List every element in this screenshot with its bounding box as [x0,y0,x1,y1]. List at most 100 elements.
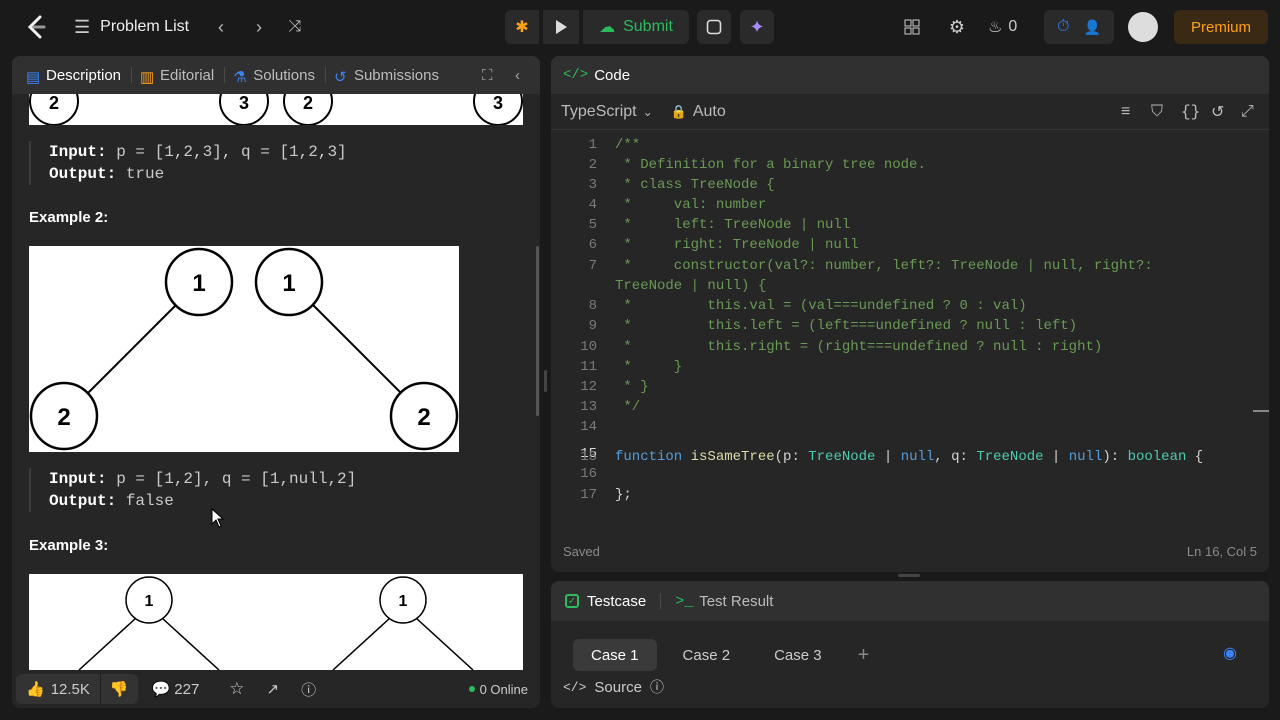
output-label: Output: [49,165,117,183]
maximize-icon[interactable]: ⛶ [482,67,493,84]
input-value: p = [1,2,3], q = [1,2,3] [106,143,347,161]
ai-sparkle-icon[interactable]: ✦ [740,10,774,44]
code-line-text: */ [615,399,641,415]
expand-icon[interactable]: ⤢ [1241,103,1254,121]
comment-icon[interactable]: 💬 [152,680,171,698]
problem-description: 2 3 2 3 Input: p = [1,2,3], q = [1,2,3] … [12,94,540,670]
collapse-left-icon[interactable]: ‹ [515,67,520,84]
tab-divider [660,593,662,609]
output-value: true [116,165,165,183]
description-scrollbar[interactable] [536,246,539,416]
code-title: Code [594,66,631,84]
tab-test-result[interactable]: >_ Test Result [675,593,773,610]
description-footer: 👍 12.5K 👎 💬 227 ☆ ↗ ⓘ 0 Online [12,670,540,708]
list-icon: ☰ [74,16,91,37]
tab-editorial[interactable]: ▥ Editorial [140,56,224,94]
tab-testcase[interactable]: ✓ Testcase [565,593,646,610]
tree-node-value: 2 [303,94,313,113]
thumbs-down-icon[interactable]: 👎 [101,680,138,698]
code-status-bar: Saved Ln 16, Col 5 [563,544,1257,559]
testcase-header: ✓ Testcase >_ Test Result [551,581,1269,621]
auto-mode[interactable]: 🔒 Auto [671,103,726,121]
tree-node-value: 2 [57,404,70,431]
line-number: 9 [588,318,597,334]
code-panel: </> Code TypeScript ⌄ 🔒 Auto ≡ ⛉ {} ↺ ⤢ … [551,56,1269,572]
case-tabs: Case 1 Case 2 Case 3 + [573,639,879,671]
format-icon[interactable]: ≡ [1121,103,1130,121]
share-icon[interactable]: ↗ [267,680,280,698]
help-icon[interactable]: ⓘ [301,679,316,700]
mouse-cursor-icon [211,508,225,528]
streak-counter[interactable]: ♨ 0 [988,15,1017,39]
code-line-text: * } [615,359,683,375]
tree-node-value: 2 [417,404,430,431]
code-token: { [1186,449,1204,465]
star-icon[interactable]: ☆ [229,679,244,699]
case-tab[interactable]: Case 2 [665,639,749,671]
help-icon: ⓘ [649,679,664,695]
tab-submissions[interactable]: ↺ Submissions [334,56,449,94]
panel-resize-handle[interactable] [898,574,920,577]
bookmark-icon[interactable]: ⛉ [1151,103,1163,121]
left-tabs: ▤ Description ▥ Editorial ⚗ Solutions ↺ … [12,56,540,94]
submit-button[interactable]: ☁ Submit [583,10,689,44]
tree-node: 2 [29,94,79,125]
tab-test-result-label: Test Result [699,592,774,610]
avatar[interactable] [1128,12,1158,42]
code-icon: </> [563,679,587,695]
braces-icon[interactable]: {} [1181,103,1200,121]
settings-gear-icon[interactable]: ⚙ [945,15,969,39]
example-2-io: Input: p = [1,2], q = [1,null,2] Output:… [29,468,356,512]
save-status: Saved [563,544,600,559]
source-button[interactable]: </> Source ⓘ [563,677,664,697]
case-tab[interactable]: Case 3 [756,639,840,671]
code-line-text: * class TreeNode { [615,177,775,193]
leetcode-logo-icon[interactable] [22,13,50,41]
prev-problem-button[interactable]: ‹ [208,14,234,40]
online-status: 0 Online [468,682,528,697]
notes-icon[interactable] [697,10,731,44]
case-tab[interactable]: Case 1 [573,639,657,671]
line-number: 17 [580,487,597,503]
tab-editorial-label: Editorial [160,66,215,84]
add-case-icon[interactable]: + [848,639,880,671]
tree-node: 2 [389,381,459,451]
thumbs-up-icon[interactable]: 👍 [16,680,51,698]
code-toolbar: TypeScript ⌄ 🔒 Auto ≡ ⛉ {} ↺ ⤢ [551,94,1269,130]
code-line-text: * val: number [615,197,767,213]
example-3-title: Example 3: [29,537,109,554]
code-token: | [875,449,901,465]
tab-description[interactable]: ▤ Description [26,56,131,94]
debug-icon[interactable]: ✱ [505,10,539,44]
editor-scrollbar[interactable] [1253,410,1269,412]
checkbox-icon: ✓ [565,594,579,608]
reset-icon[interactable]: ↺ [1211,102,1224,122]
problem-list-button[interactable]: ☰ Problem List [74,14,189,40]
timer-icon[interactable]: ⏱ [1057,18,1069,36]
tab-solutions[interactable]: ⚗ Solutions [233,56,325,94]
code-token: , q: [934,449,977,465]
eye-icon[interactable]: ◉ [1223,643,1237,663]
code-line-text: function isSameTree(p: TreeNode | null, … [615,449,1203,465]
add-user-icon[interactable]: 👤 [1084,19,1101,36]
shuffle-icon[interactable]: ⤨ [282,14,308,40]
premium-button[interactable]: Premium [1174,10,1268,44]
vertical-resize-handle[interactable] [544,370,547,392]
example-3-tree-image: 1 1 [29,574,523,670]
next-problem-button[interactable]: › [246,14,272,40]
code-token: ): [1102,449,1128,465]
line-number: 14 [580,419,597,435]
example-2-tree-image: 1 1 2 2 [29,246,459,452]
tree-node-value: 2 [49,94,59,113]
line-number: 11 [580,359,597,375]
run-button[interactable] [543,10,579,44]
code-line-text: * right: TreeNode | null [615,237,859,253]
code-token: isSameTree [690,449,775,465]
tree-node-value: 3 [239,94,249,113]
language-select[interactable]: TypeScript ⌄ [561,103,653,121]
line-number: 3 [588,177,597,193]
layout-grid-icon[interactable] [900,15,924,39]
flask-icon: ⚗ [233,69,247,86]
run-submit-group: ✱ ☁ Submit [505,10,689,44]
tab-description-label: Description [46,66,122,84]
